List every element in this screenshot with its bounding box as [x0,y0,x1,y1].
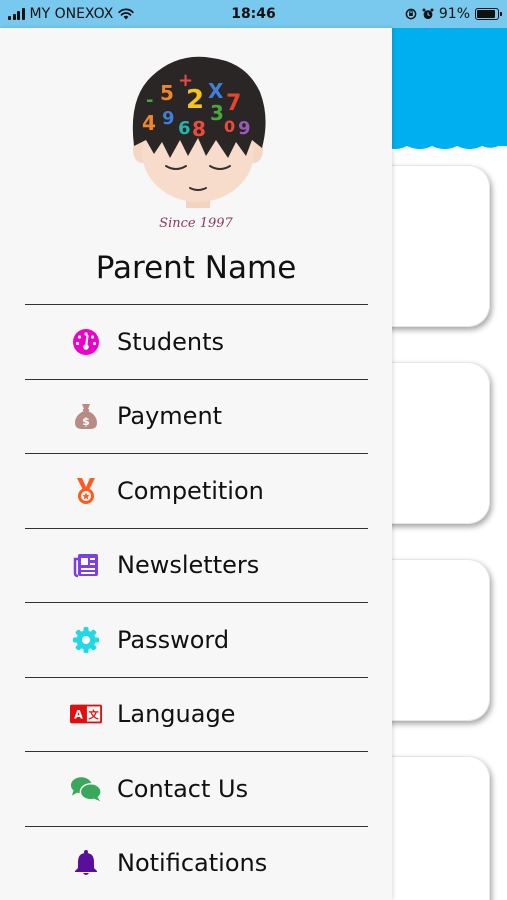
svg-text:3: 3 [210,101,224,125]
battery-icon [475,8,502,20]
menu-item-language[interactable]: A 文 Language [25,678,368,752]
language-icon: A 文 [70,698,102,730]
bell-icon [70,847,102,879]
menu-item-password[interactable]: Password [25,603,368,678]
svg-text:9: 9 [162,108,175,129]
menu-label: Students [117,327,224,356]
newspaper-icon [70,549,102,581]
orientation-lock-icon [405,8,417,20]
menu-label: Newsletters [117,551,260,580]
svg-text:4: 4 [142,111,156,135]
svg-text:2: 2 [186,85,204,115]
money-bag-icon: $ [70,400,102,432]
menu-label: Language [117,700,236,729]
svg-text:-: - [146,90,153,111]
svg-text:0: 0 [224,117,235,136]
svg-text:A: A [74,709,83,722]
menu-item-competition[interactable]: Competition [25,454,368,529]
alarm-icon [422,8,434,19]
menu-label: Contact Us [117,774,249,803]
svg-text:5: 5 [160,81,174,105]
parent-name: Parent Name [95,250,297,286]
menu-item-contact-us[interactable]: Contact Us [25,752,368,827]
svg-text:文: 文 [87,709,99,722]
menu-item-payment[interactable]: $ Payment [25,380,368,454]
status-right: 91% [405,6,502,22]
svg-text:$: $ [82,415,90,428]
drawer-menu: Students $ Payment Competition Newslette… [25,304,368,900]
svg-text:X: X [208,79,224,103]
menu-label: Competition [117,476,264,505]
svg-text:9: 9 [238,118,251,139]
menu-label: Notifications [117,849,268,878]
status-bar: MY ONEXOX 18:46 91% [0,0,507,28]
svg-text:7: 7 [226,91,241,116]
gear-icon [70,624,102,656]
dashboard-gauge-icon [70,326,102,358]
menu-item-newsletters[interactable]: Newsletters [25,529,368,603]
menu-item-students[interactable]: Students [25,305,368,380]
battery-percent: 91% [438,6,470,22]
chat-bubbles-icon [70,773,102,805]
app-logo: - 5 + 2 X 7 3 4 9 6 8 0 9 [132,56,266,208]
menu-label: Payment [117,402,223,431]
menu-item-notifications[interactable]: Notifications [25,827,368,900]
medal-icon [70,475,102,507]
menu-label: Password [117,625,230,654]
svg-text:8: 8 [192,117,206,141]
svg-text:6: 6 [178,118,191,139]
logo-tagline: Since 1997 [159,216,233,231]
navigation-drawer: - 5 + 2 X 7 3 4 9 6 8 0 9 Since 1997 Par… [0,28,392,900]
